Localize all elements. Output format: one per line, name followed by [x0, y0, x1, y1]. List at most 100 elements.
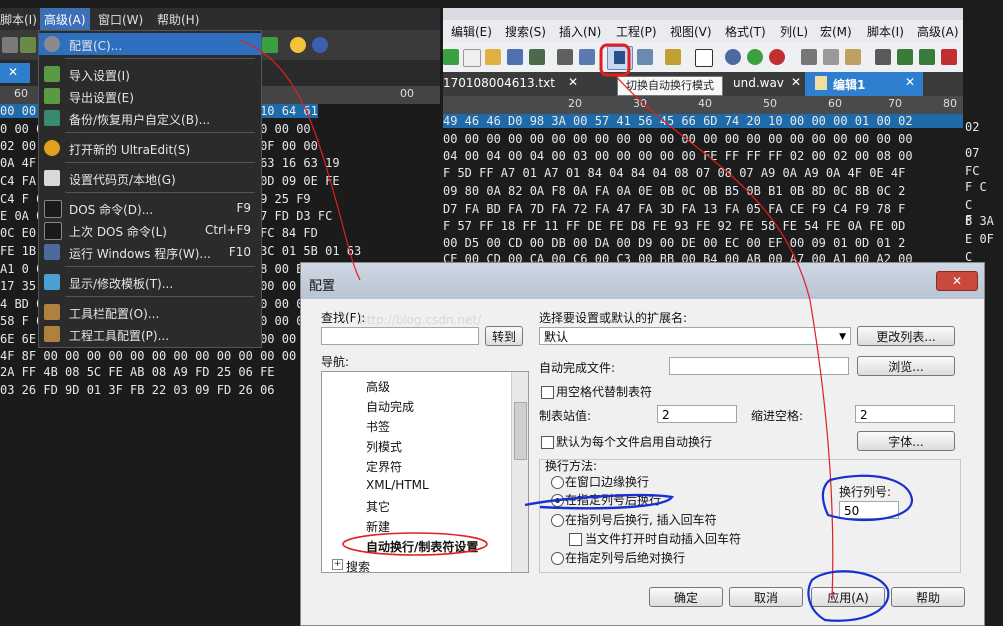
bulb-icon[interactable] [290, 37, 306, 53]
menu-project[interactable]: 工程(P) [616, 23, 657, 40]
nav-item-other[interactable]: 其它 [366, 498, 390, 515]
close-button[interactable]: ✕ [936, 271, 978, 291]
help-button[interactable]: 帮助 [891, 587, 965, 607]
goto-button[interactable]: 转到 [485, 326, 523, 346]
add-icon[interactable] [747, 49, 763, 65]
tab-stop-input[interactable]: 2 [657, 405, 737, 423]
menu-view[interactable]: 视图(V) [670, 23, 712, 40]
refresh-icon[interactable] [262, 37, 278, 53]
hex-line: 07 [965, 146, 980, 160]
menu-item-open-new-ultraedit[interactable]: 打开新的 UltraEdit(S) [39, 137, 261, 159]
expand-icon[interactable]: + [332, 559, 343, 570]
radio-wrap-insert-cr[interactable] [551, 514, 564, 527]
paste-icon[interactable] [845, 49, 861, 65]
autocomplete-input[interactable] [669, 357, 849, 375]
cancel-button[interactable]: 取消 [729, 587, 803, 607]
nav-item-advanced[interactable]: 高级 [366, 378, 390, 395]
navigation-tree[interactable]: 高级 自动完成 书签 列模式 定界符 XML/HTML 其它 新建 自动换行/制… [321, 371, 529, 573]
font-button[interactable]: 字体... [857, 431, 955, 451]
nav-item-new[interactable]: 新建 [366, 518, 390, 535]
hex-icon[interactable] [637, 49, 653, 65]
column-icon[interactable] [665, 49, 681, 65]
menu-search[interactable]: 搜索(S) [505, 23, 546, 40]
menu-item-run-windows-program[interactable]: 运行 Windows 程序(W)... F10 [39, 241, 261, 263]
menu-item-project-tools-config[interactable]: 工程工具配置(P)... [39, 323, 261, 345]
menu-advanced[interactable]: 高级(A) [40, 8, 90, 30]
search-icon[interactable] [725, 49, 741, 65]
apply-button[interactable]: 应用(A) [811, 587, 885, 607]
tab-edit1[interactable]: 编辑1 ✕ [805, 72, 923, 96]
nav-item-column-mode[interactable]: 列模式 [366, 438, 402, 455]
nav-scrollbar[interactable] [511, 372, 528, 572]
help-icon[interactable] [312, 37, 328, 53]
auto-insert-cr-checkbox[interactable] [569, 533, 582, 546]
browse-button[interactable]: 浏览... [857, 356, 955, 376]
radio-absolute-wrap[interactable] [551, 552, 564, 565]
menu-item-dos-command[interactable]: DOS 命令(D)... F9 [39, 197, 261, 219]
nav-item-bookmarks[interactable]: 书签 [366, 418, 390, 435]
menu-item-export-settings[interactable]: 导出设置(E) [39, 85, 261, 107]
nav-item-autocomplete[interactable]: 自动完成 [366, 398, 414, 415]
cut-icon[interactable] [801, 49, 817, 65]
indent-input[interactable]: 2 [855, 405, 955, 423]
menu-item-last-dos-command[interactable]: 上次 DOS 命令(L) Ctrl+F9 [39, 219, 261, 241]
menu-item-import-settings[interactable]: 导入设置(I) [39, 63, 261, 85]
new-icon[interactable] [443, 49, 459, 65]
extension-select[interactable]: 默认 ▼ [539, 327, 851, 345]
menu-script[interactable]: 脚本(I) [0, 11, 37, 28]
menu-item-backup-restore[interactable]: 备份/恢复用户自定义(B)... [39, 107, 261, 129]
close-icon[interactable]: ✕ [791, 75, 801, 89]
change-list-button[interactable]: 更改列表... [857, 326, 955, 346]
new-file-icon[interactable] [463, 49, 481, 67]
list-icon[interactable] [695, 49, 713, 67]
find-icon[interactable] [875, 49, 891, 65]
menu-item-codepage[interactable]: 设置代码页/本地(G) [39, 167, 261, 189]
menu-insert[interactable]: 插入(N) [559, 23, 601, 40]
remove-icon[interactable] [769, 49, 785, 65]
folder-icon[interactable] [507, 49, 523, 65]
use-spaces-checkbox[interactable] [541, 386, 554, 399]
right-hex-view[interactable]: 49 46 46 D0 98 3A 00 57 41 56 45 66 6D 7… [443, 114, 963, 266]
hex-line: 00 00 00 00 00 00 00 00 00 00 00 00 00 0… [443, 132, 913, 146]
nav-item-xml-html[interactable]: XML/HTML [366, 478, 429, 492]
print-icon[interactable] [557, 49, 573, 65]
menu-advanced-r[interactable]: 高级(A) [917, 23, 959, 40]
save-icon[interactable] [529, 49, 545, 65]
wrap-column-input[interactable]: 50 [839, 501, 899, 519]
find-input[interactable] [321, 327, 479, 345]
left-tab[interactable]: ✕ [0, 63, 30, 83]
menu-macro[interactable]: 宏(M) [820, 23, 852, 40]
tab-file-wav[interactable]: und.wav [733, 76, 784, 90]
nav-item-delimiters[interactable]: 定界符 [366, 458, 402, 475]
close-icon[interactable]: ✕ [8, 65, 18, 79]
scroll-thumb[interactable] [514, 402, 527, 460]
copy-icon[interactable] [823, 49, 839, 65]
tool-icon[interactable] [20, 37, 36, 53]
close-icon[interactable]: ✕ [568, 75, 578, 89]
tab-file-txt[interactable]: 170108004613.txt [443, 76, 555, 90]
left-menubar: 脚本(I) 高级(A) 窗口(W) 帮助(H) [0, 8, 440, 30]
print-preview-icon[interactable] [579, 49, 595, 65]
tool-icon[interactable] [2, 37, 18, 53]
open-folder-icon[interactable] [485, 49, 501, 65]
find-next-icon[interactable] [897, 49, 913, 65]
nav-item-wrap-tab-settings[interactable]: 自动换行/制表符设置 [366, 538, 478, 555]
menu-item-template[interactable]: 显示/修改模板(T)... [39, 271, 261, 293]
radio-wrap-window-edge[interactable] [551, 476, 564, 489]
menu-format[interactable]: 格式(T) [725, 23, 766, 40]
find-prev-icon[interactable] [941, 49, 957, 65]
close-icon[interactable]: ✕ [905, 75, 915, 89]
radio-wrap-at-column[interactable] [551, 494, 564, 507]
default-wrap-checkbox[interactable] [541, 436, 554, 449]
menu-item-configure[interactable]: 配置(C)... [39, 33, 261, 55]
word-wrap-toggle-icon[interactable] [607, 46, 633, 70]
menu-edit[interactable]: 编辑(E) [451, 23, 492, 40]
nav-item-search[interactable]: 搜索 [346, 558, 370, 572]
menu-help[interactable]: 帮助(H) [157, 11, 199, 28]
replace-icon[interactable] [919, 49, 935, 65]
menu-window[interactable]: 窗口(W) [98, 11, 143, 28]
ok-button[interactable]: 确定 [649, 587, 723, 607]
menu-script-r[interactable]: 脚本(I) [867, 23, 904, 40]
menu-item-toolbar-config[interactable]: 工具栏配置(O)... [39, 301, 261, 323]
menu-column[interactable]: 列(L) [780, 23, 808, 40]
